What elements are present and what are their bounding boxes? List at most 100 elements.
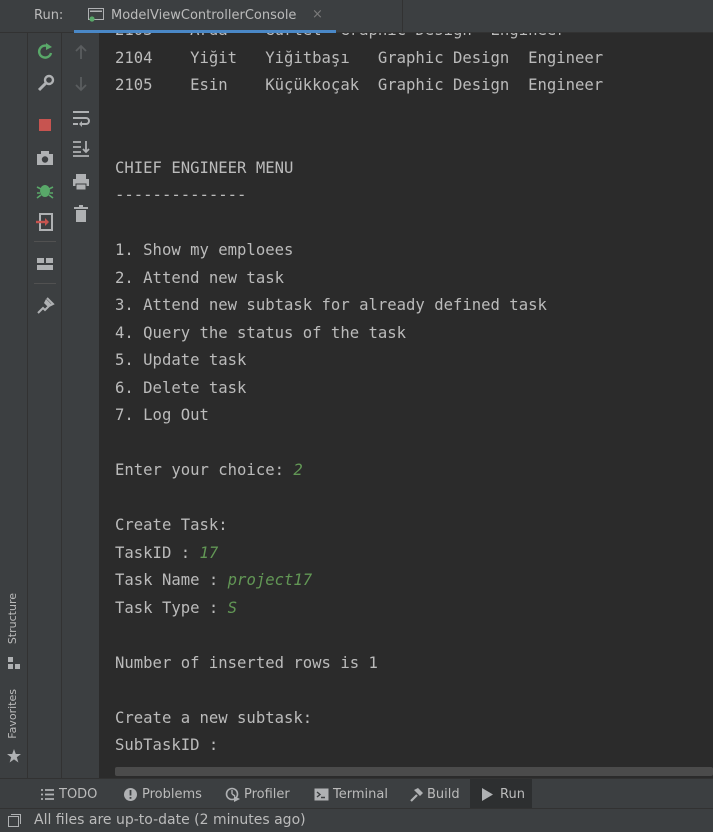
tab-label: Problems [142, 787, 202, 802]
tab-favorites[interactable]: Favorites [0, 689, 28, 769]
console-text: 6. Delete task [115, 378, 247, 397]
console-text: 2. Attend new task [115, 268, 284, 287]
console-line: Task Name : project17 [115, 567, 603, 595]
star-icon [7, 749, 21, 763]
console-line: Create a new subtask: [115, 705, 603, 733]
console-line: Number of inserted rows is 1 [115, 650, 603, 678]
close-icon[interactable]: × [312, 7, 323, 22]
tab-run[interactable]: Run [470, 779, 532, 808]
console-output[interactable]: 2103 Arda Gürtel Graphic Design Engineer… [100, 33, 713, 778]
run-icon [482, 788, 493, 801]
console-line: 5. Update task [115, 347, 603, 375]
console-line: CHIEF ENGINEER MENU [115, 155, 603, 183]
tab-label: TODO [59, 787, 98, 802]
run-toolbar-secondary [62, 33, 100, 778]
user-input-text: project17 [227, 571, 313, 589]
console-line: Create Task: [115, 512, 603, 540]
toolbar-divider [34, 241, 56, 242]
run-toolbar-primary [28, 33, 62, 778]
console-text: Task Name : [115, 571, 228, 589]
console-line: 2. Attend new task [115, 265, 603, 293]
tab-structure[interactable]: Structure [0, 593, 28, 673]
stop-icon[interactable] [34, 114, 56, 136]
console-line: 2104 Yiğit Yiğitbaşı Graphic Design Engi… [115, 45, 603, 73]
console-text: 4. Query the status of the task [115, 323, 407, 342]
bottom-tool-bar: TODO Problems Profiler Terminal Build Ru… [0, 778, 713, 808]
console-line: 1. Show my emploees [115, 237, 603, 265]
debug-bug-icon[interactable] [34, 179, 56, 201]
info-icon [124, 788, 137, 801]
console-lines: 2103 Arda Gürtel Graphic Design Engineer… [115, 33, 603, 760]
structure-icon [8, 657, 20, 669]
console-text: -------------- [115, 186, 247, 204]
toggle-tool-windows-icon[interactable] [8, 814, 21, 827]
tab-label: Run [500, 787, 525, 802]
user-input-text: 17 [199, 543, 219, 562]
tab-build[interactable]: Build [408, 779, 466, 808]
arrow-down-icon[interactable] [70, 73, 92, 95]
tab-label: Profiler [244, 787, 290, 802]
hammer-icon [410, 788, 423, 802]
print-icon[interactable] [70, 171, 92, 193]
terminal-icon [314, 788, 329, 801]
console-text: 2105 Esin Küçükkoçak Graphic Design Engi… [115, 76, 604, 94]
tab-title: ModelViewControllerConsole [111, 8, 297, 23]
console-line: 3. Attend new subtask for already define… [115, 292, 603, 320]
status-bar: All files are up-to-date (2 minutes ago) [0, 808, 713, 832]
console-line: Task Type : S [115, 595, 603, 623]
list-icon [41, 789, 54, 800]
console-line: 7. Log Out [115, 402, 603, 430]
trash-icon[interactable] [70, 203, 92, 225]
scroll-to-end-icon[interactable] [70, 137, 92, 159]
tab-todo[interactable]: TODO [40, 779, 106, 808]
profiler-icon [225, 787, 240, 802]
wrench-icon[interactable] [34, 73, 56, 95]
console-text: Create a new subtask: [115, 708, 313, 727]
console-text: Create Task: [115, 516, 228, 534]
structure-label: Structure [6, 593, 19, 645]
console-line: 6. Delete task [115, 375, 603, 403]
console-text: Number of inserted rows is 1 [115, 653, 378, 672]
console-text: 7. Log Out [115, 406, 209, 424]
console-text: 2103 Arda Gürtel Graphic Design Engineer [115, 33, 566, 39]
camera-icon[interactable] [34, 147, 56, 169]
pin-icon[interactable] [34, 295, 56, 317]
tab-terminal[interactable]: Terminal [314, 779, 396, 808]
user-input-text: 2 [293, 461, 303, 479]
arrow-up-icon[interactable] [70, 41, 92, 63]
console-app-icon [88, 8, 104, 22]
console-line: TaskID : 17 [115, 540, 603, 568]
console-line: Enter your choice: 2 [115, 457, 603, 485]
rerun-icon[interactable] [34, 41, 56, 63]
run-label: Run: [34, 8, 64, 23]
toolbar-divider [34, 283, 56, 284]
layout-icon[interactable] [34, 253, 56, 275]
console-text: 2104 Yiğit Yiğitbaşı Graphic Design Engi… [115, 48, 604, 67]
console-text: 1. Show my emploees [115, 241, 294, 259]
console-text: Task Type : [115, 598, 228, 617]
run-header: Run: ModelViewControllerConsole × [0, 0, 713, 33]
console-text: SubTaskID : [115, 736, 228, 754]
horizontal-scrollbar[interactable] [115, 767, 713, 776]
status-message: All files are up-to-date (2 minutes ago) [34, 812, 306, 828]
soft-wrap-icon[interactable] [70, 107, 92, 129]
console-line: 4. Query the status of the task [115, 320, 603, 348]
console-text: 5. Update task [115, 351, 247, 369]
console-line: 2103 Arda Gürtel Graphic Design Engineer [115, 33, 603, 45]
tab-problems[interactable]: Problems [123, 779, 208, 808]
console-text: 3. Attend new subtask for already define… [115, 296, 547, 314]
console-text: CHIEF ENGINEER MENU [115, 158, 294, 177]
console-text: Enter your choice: [115, 461, 294, 479]
exit-icon[interactable] [34, 211, 56, 233]
tab-model-view-controller-console[interactable]: ModelViewControllerConsole × [74, 0, 336, 33]
console-line: SubTaskID : [115, 732, 603, 760]
console-line: 2105 Esin Küçükkoçak Graphic Design Engi… [115, 72, 603, 100]
tab-profiler[interactable]: Profiler [225, 779, 303, 808]
user-input-text: S [227, 598, 238, 617]
